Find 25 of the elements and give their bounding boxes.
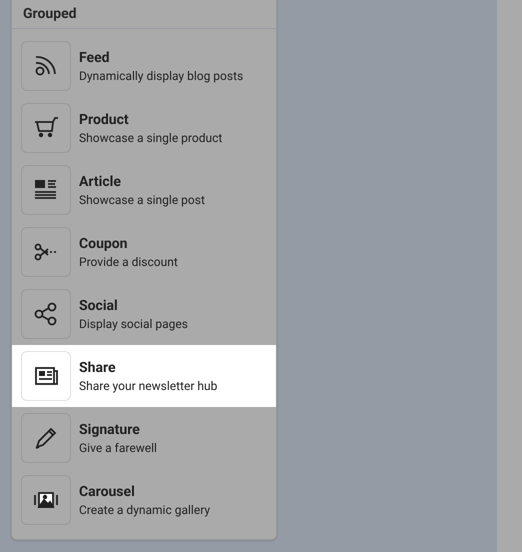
item-description: Showcase a single post: [79, 192, 205, 206]
item-description: Showcase a single product: [79, 130, 222, 144]
block-item[interactable]: Coupon Provide a discount: [12, 221, 276, 283]
item-description: Share your newsletter hub: [79, 378, 218, 392]
item-title: Signature: [79, 422, 141, 438]
item-title: Product: [79, 112, 130, 128]
block-item[interactable]: Product Showcase a single product: [12, 97, 276, 159]
item-title: Carousel: [79, 484, 136, 500]
block-item[interactable]: Feed Dynamically display blog posts: [12, 35, 276, 97]
block-item[interactable]: Signature Give a farewell: [12, 407, 276, 469]
item-title: Coupon: [79, 236, 129, 252]
block-item[interactable]: Share Share your newsletter hub: [12, 345, 276, 407]
panel-title: Grouped: [12, 0, 276, 29]
item-description: Display social pages: [79, 316, 188, 330]
block-item[interactable]: Social Display social pages: [12, 283, 276, 345]
item-title: Social: [79, 298, 119, 314]
block-item[interactable]: Carousel Create a dynamic gallery: [12, 469, 276, 531]
item-description: Dynamically display blog posts: [79, 68, 244, 82]
item-title: Article: [79, 174, 122, 190]
item-description: Create a dynamic gallery: [79, 502, 210, 516]
item-description: Provide a discount: [79, 254, 178, 268]
item-description: Give a farewell: [79, 440, 157, 454]
item-title: Share: [79, 360, 117, 376]
item-title: Feed: [79, 50, 111, 66]
block-item[interactable]: Article Showcase a single post: [12, 159, 276, 221]
